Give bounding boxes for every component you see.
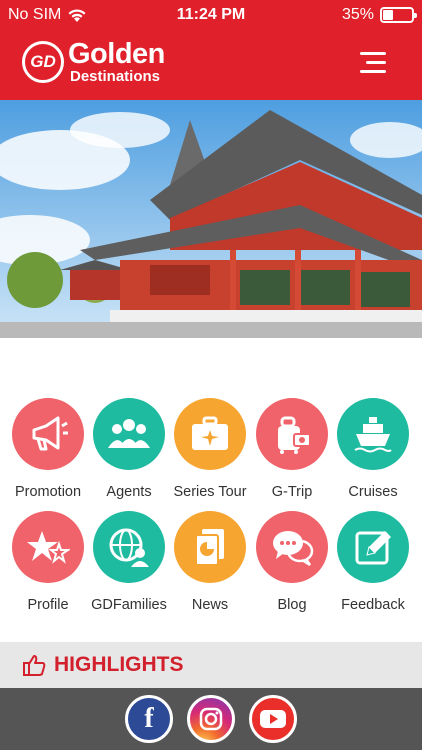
megaphone-icon — [32, 416, 68, 451]
menu-item-news[interactable]: News — [169, 511, 251, 613]
social-footer: f — [0, 688, 422, 750]
brand-logo[interactable]: GD Golden Destinations — [22, 40, 165, 84]
instagram-icon — [199, 707, 223, 731]
menu-label: Cruises — [348, 484, 398, 500]
newspaper-icon — [195, 529, 224, 566]
youtube-icon — [260, 710, 286, 728]
brand-name: Golden — [68, 38, 165, 70]
facebook-button[interactable]: f — [125, 695, 173, 743]
battery-fill — [383, 10, 393, 20]
menu-item-series-tour[interactable]: Series Tour — [169, 398, 251, 500]
instagram-button[interactable] — [187, 695, 235, 743]
menu-label: News — [191, 597, 229, 613]
brand-sub: Destinations — [70, 68, 161, 85]
menu-item-blog[interactable]: Blog — [251, 511, 333, 613]
profile-circle — [12, 511, 84, 583]
hamburger-menu-icon[interactable] — [360, 52, 386, 76]
status-right: 35% — [341, 6, 417, 24]
series-tour-circle — [174, 398, 246, 470]
highlights-section-header[interactable]: HIGHLIGHTS — [0, 642, 422, 688]
logo-mark: GD — [22, 41, 64, 83]
menu-item-agents[interactable]: Agents — [88, 398, 170, 500]
luggage-icon — [278, 416, 311, 454]
menu-item-gdfamilies[interactable]: GDFamilies — [88, 511, 170, 613]
stars-icon — [27, 531, 70, 564]
logo-text: Golden Destinations — [68, 38, 165, 85]
thumbs-up-icon — [23, 655, 46, 676]
people-icon — [108, 419, 150, 448]
menu-item-profile[interactable]: Profile — [7, 511, 89, 613]
ship-icon — [354, 417, 392, 453]
menu-label: Profile — [27, 597, 69, 613]
hero-banner-image — [0, 100, 422, 338]
chat-bubbles-icon — [273, 531, 314, 567]
pencil-icon — [355, 531, 391, 565]
menu-label: Feedback — [341, 597, 405, 613]
menu-label: Promotion — [14, 484, 82, 500]
menu-label: GDFamilies — [91, 597, 167, 613]
globe-person-icon — [109, 528, 149, 567]
menu-item-promotion[interactable]: Promotion — [7, 398, 89, 500]
app-header: GD Golden Destinations — [0, 30, 422, 100]
facebook-icon: f — [144, 703, 154, 734]
menu-label: G-Trip — [271, 484, 313, 500]
gdfamilies-circle — [93, 511, 165, 583]
youtube-button[interactable] — [249, 695, 297, 743]
agents-circle — [93, 398, 165, 470]
menu-item-feedback[interactable]: Feedback — [332, 511, 414, 613]
highlights-title: HIGHLIGHTS — [54, 653, 184, 676]
blog-circle — [256, 511, 328, 583]
cruises-circle — [337, 398, 409, 470]
menu-label: Blog — [277, 597, 307, 613]
suitcase-plane-icon — [192, 416, 228, 450]
battery-icon — [380, 7, 417, 23]
menu-label: Series Tour — [173, 484, 247, 500]
g-trip-circle — [256, 398, 328, 470]
menu-item-cruises[interactable]: Cruises — [332, 398, 414, 500]
battery-percent: 35% — [341, 6, 374, 23]
news-circle — [174, 511, 246, 583]
menu-item-g-trip[interactable]: G-Trip — [251, 398, 333, 500]
feedback-circle — [337, 511, 409, 583]
menu-label: Agents — [106, 484, 152, 500]
status-bar: No SIM 11:24 PM 35% — [0, 0, 422, 30]
promotion-circle — [12, 398, 84, 470]
